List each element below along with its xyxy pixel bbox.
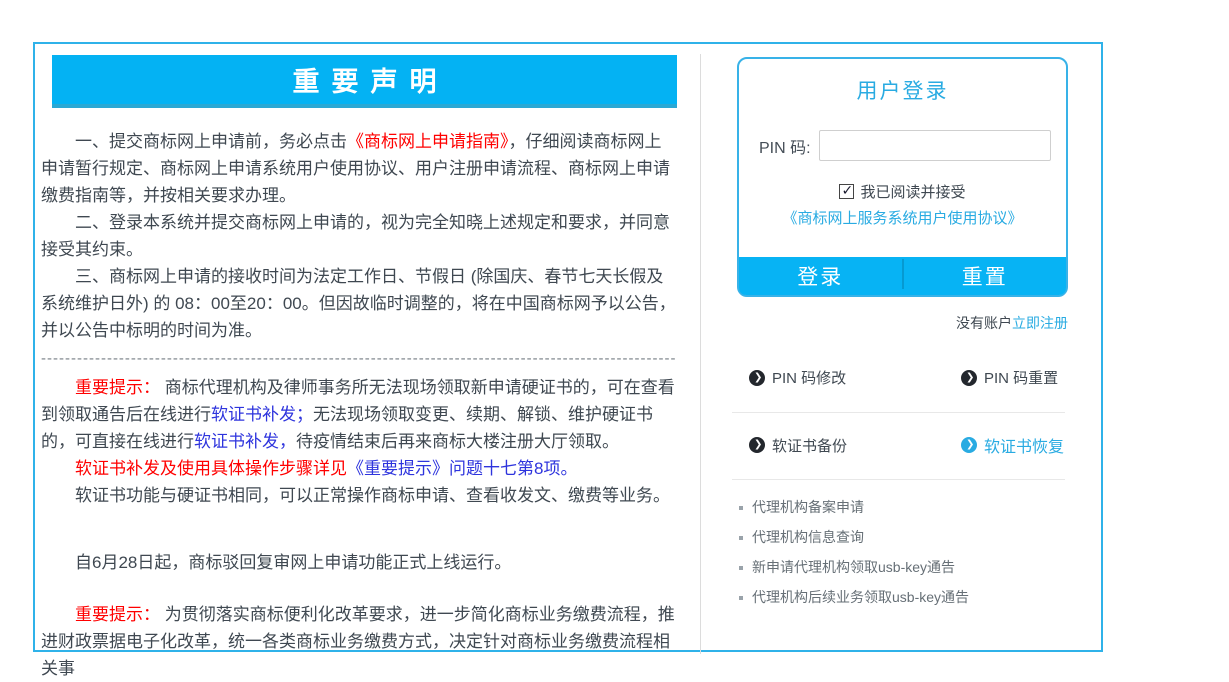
quick-links: PIN 码修改 PIN 码重置 软证书备份 软证书恢复 — [701, 367, 1100, 480]
login-title: 用户登录 — [739, 75, 1066, 105]
paragraph-1-text-pre: 一、提交商标网上申请前，务必点击 — [75, 132, 347, 151]
pin-row: PIN 码: — [759, 130, 1066, 161]
user-agreement-link[interactable]: 《商标网上服务系统用户使用协议》 — [782, 210, 1022, 227]
soft-cert-backup-label: 软证书备份 — [772, 435, 847, 456]
chevron-right-circle-icon — [749, 370, 765, 386]
soft-cert-steps-line: 软证书补发及使用具体操作步骤详见《重要提示》问题十七第8项。 — [41, 455, 677, 482]
soft-cert-steps-text: 软证书补发及使用具体操作步骤详见 — [75, 459, 347, 478]
login-panel: 用户登录 PIN 码: 我已阅读并接受 《商标网上服务系统用户使用协议》 登录 … — [701, 44, 1100, 612]
notice-panel: 重要声明 一、提交商标网上申请前，务必点击《商标网上申请指南》，仔细阅读商标网上… — [41, 55, 677, 682]
quick-links-row-1: PIN 码修改 PIN 码重置 — [701, 367, 1100, 412]
soft-cert-function-line: 软证书功能与硬证书相同，可以正常操作商标申请、查看收发文、缴费等业务。 — [41, 482, 677, 509]
soft-cert-restore-label: 软证书恢复 — [984, 433, 1064, 457]
agree-label: 我已阅读并接受 — [860, 181, 965, 202]
agreement-row: 《商标网上服务系统用户使用协议》 — [739, 207, 1066, 228]
notice-paragraph-2: 二、登录本系统并提交商标网上申请的，视为完全知晓上述规定和要求，并同意接受其约束… — [41, 209, 677, 263]
notice-paragraph-3: 三、商标网上申请的接收时间为法定工作日、节假日 (除国庆、春节七天长假及系统维护… — [41, 263, 677, 344]
pin-modify-link[interactable]: PIN 码修改 — [749, 367, 961, 388]
application-guide-link[interactable]: 《商标网上申请指南》 — [347, 132, 509, 151]
notice-paragraph-1: 一、提交商标网上申请前，务必点击《商标网上申请指南》，仔细阅读商标网上申请暂行规… — [41, 128, 677, 209]
pin-label: PIN 码: — [759, 134, 811, 158]
register-link[interactable]: 立即注册 — [1012, 315, 1068, 331]
notice-body: 一、提交商标网上申请前，务必点击《商标网上申请指南》，仔细阅读商标网上申请暂行规… — [41, 128, 677, 682]
soft-cert-reissue-link-2[interactable]: 软证书补发， — [194, 432, 296, 451]
login-box: 用户登录 PIN 码: 我已阅读并接受 《商标网上服务系统用户使用协议》 登录 … — [737, 57, 1068, 297]
soft-cert-restore-link[interactable]: 软证书恢复 — [961, 433, 1100, 457]
pin-modify-label: PIN 码修改 — [772, 367, 846, 388]
pin-reset-link[interactable]: PIN 码重置 — [961, 367, 1100, 388]
chevron-right-circle-icon — [961, 370, 977, 386]
agree-checkbox[interactable] — [839, 184, 854, 199]
soft-cert-backup-link[interactable]: 软证书备份 — [749, 433, 961, 457]
important-notice-1: 重要提示： 商标代理机构及律师事务所无法现场领取新申请硬证书的，可在查看到领取通… — [41, 374, 677, 455]
login-actions-bar: 登录 重置 — [739, 257, 1066, 295]
agency-link-list: 代理机构备案申请 代理机构信息查询 新申请代理机构领取usb-key通告 代理机… — [701, 492, 1100, 612]
notice-title: 重要声明 — [281, 60, 449, 99]
pin-input[interactable] — [819, 130, 1051, 161]
horizontal-divider — [732, 479, 1065, 480]
agency-info-query-link[interactable]: 代理机构信息查询 — [739, 522, 1100, 552]
no-account-label: 没有账户 — [956, 315, 1012, 331]
important-notice-1-label: 重要提示： — [75, 378, 160, 397]
important-notice-2-label: 重要提示： — [75, 605, 160, 624]
important-notice-1-text-3: 待疫情结束后再来商标大楼注册大厅领取。 — [296, 432, 619, 451]
soft-cert-reissue-link-1[interactable]: 软证书补发； — [211, 405, 313, 424]
important-notice-2: 重要提示： 为贯彻落实商标便利化改革要求，进一步简化商标业务缴费流程，推进财政票… — [41, 601, 677, 682]
quick-links-row-2: 软证书备份 软证书恢复 — [701, 413, 1100, 479]
agency-filing-link[interactable]: 代理机构备案申请 — [739, 492, 1100, 522]
agency-followup-usbkey-notice-link[interactable]: 代理机构后续业务领取usb-key通告 — [739, 582, 1100, 612]
register-row: 没有账户立即注册 — [701, 313, 1100, 333]
chevron-right-circle-icon — [749, 437, 765, 453]
june-launch-line: 自6月28日起，商标驳回复审网上申请功能正式上线运行。 — [41, 549, 677, 576]
main-container: 重要声明 一、提交商标网上申请前，务必点击《商标网上申请指南》，仔细阅读商标网上… — [33, 42, 1103, 652]
new-agency-usbkey-notice-link[interactable]: 新申请代理机构领取usb-key通告 — [739, 552, 1100, 582]
agree-row: 我已阅读并接受 — [739, 181, 1066, 202]
notice-header: 重要声明 — [52, 55, 677, 108]
login-button[interactable]: 登录 — [739, 257, 902, 295]
dashed-separator: ----------------------------------------… — [41, 347, 677, 371]
chevron-right-circle-icon — [961, 437, 977, 453]
pin-reset-label: PIN 码重置 — [984, 367, 1058, 388]
reset-button[interactable]: 重置 — [904, 257, 1067, 295]
important-tips-link[interactable]: 《重要提示》问题十七第8项。 — [347, 459, 577, 478]
